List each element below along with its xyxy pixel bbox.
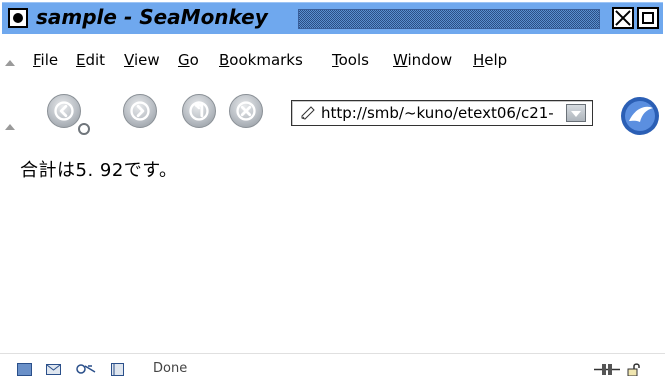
menu-tools[interactable]: Tools: [332, 52, 369, 69]
window-menu-icon[interactable]: [8, 8, 28, 28]
menu-window-key: W: [393, 51, 408, 69]
close-icon[interactable]: [612, 7, 634, 29]
menu-file-key: F: [33, 51, 41, 69]
seamonkey-throbber-icon[interactable]: [620, 96, 660, 136]
window-titlebar[interactable]: sample - SeaMonkey: [0, 0, 665, 36]
page-proxy-icon[interactable]: [300, 105, 316, 121]
menu-bar: File Edit View Go Bookmarks Tools Window…: [0, 44, 665, 72]
back-icon: [54, 101, 74, 121]
menu-edit[interactable]: Edit: [76, 52, 105, 69]
content-area: 合計は5. 92です。: [0, 145, 665, 347]
menu-view-key: V: [124, 51, 134, 69]
titlebar-drag-area[interactable]: [298, 9, 600, 29]
url-text[interactable]: http://smb/~kuno/etext06/c21-: [321, 104, 554, 122]
menu-help[interactable]: Help: [473, 52, 507, 69]
menu-go[interactable]: Go: [178, 52, 199, 69]
security-lock-icon[interactable]: [626, 363, 642, 376]
menu-go-key: G: [178, 51, 190, 69]
toolbar-grip-icon[interactable]: [5, 124, 15, 130]
window-title: sample - SeaMonkey: [36, 5, 268, 29]
menu-view[interactable]: View: [124, 52, 160, 69]
menu-help-rest: elp: [484, 51, 508, 69]
mail-icon[interactable]: [46, 363, 61, 376]
menu-edit-rest: dit: [85, 51, 106, 69]
menubar-grip-icon[interactable]: [5, 60, 15, 66]
maximize-icon[interactable]: [637, 7, 659, 29]
menu-bookmarks-key: B: [219, 51, 230, 69]
menu-view-rest: iew: [133, 51, 160, 69]
menu-tools-rest: ools: [338, 51, 369, 69]
page-body-text: 合計は5. 92です。: [20, 160, 178, 181]
navigator-icon[interactable]: [17, 363, 32, 376]
menu-file-rest: ile: [40, 51, 59, 69]
online-icon[interactable]: [594, 363, 620, 376]
status-text: Done: [153, 361, 188, 376]
menu-bookmarks-rest: ookmarks: [229, 51, 303, 69]
menu-window-rest: indow: [407, 51, 453, 69]
menu-file[interactable]: File: [33, 52, 58, 69]
menu-window[interactable]: Window: [393, 52, 452, 69]
back-button[interactable]: [47, 94, 81, 128]
composer-icon[interactable]: [76, 363, 96, 376]
address-book-icon[interactable]: [110, 363, 125, 376]
url-dropdown-icon[interactable]: [566, 104, 586, 122]
back-history-dropdown-icon[interactable]: [78, 123, 90, 135]
stop-icon: [236, 101, 256, 121]
stop-button[interactable]: [229, 94, 263, 128]
forward-icon: [130, 101, 150, 121]
reload-icon: [189, 101, 209, 121]
forward-button[interactable]: [123, 94, 157, 128]
menu-go-rest: o: [189, 51, 199, 69]
menu-help-key: H: [473, 51, 485, 69]
status-bar: Done: [0, 353, 665, 377]
menu-bookmarks[interactable]: Bookmarks: [219, 52, 303, 69]
url-bar[interactable]: http://smb/~kuno/etext06/c21-: [291, 100, 593, 126]
menu-tools-key: T: [332, 51, 339, 69]
reload-button[interactable]: [182, 94, 216, 128]
